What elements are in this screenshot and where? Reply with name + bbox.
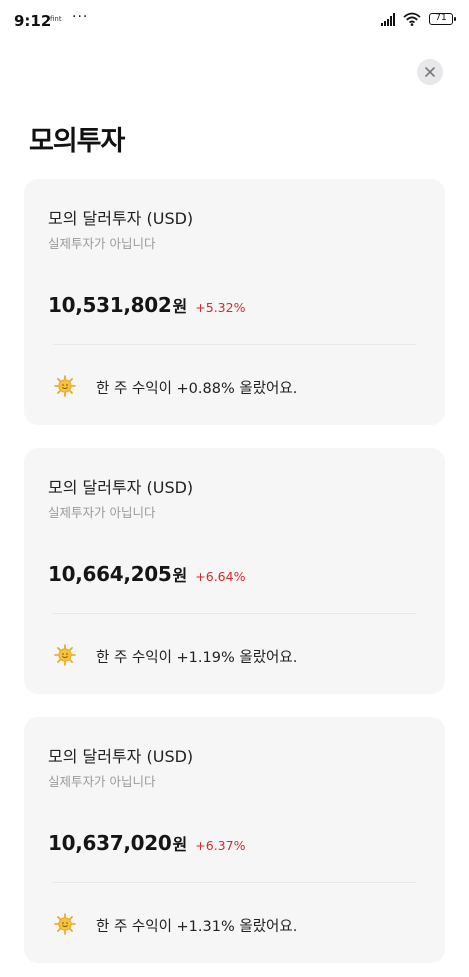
card-subtitle: 실제투자가 아닙니다 <box>48 236 156 251</box>
weekly-return-text: 한 주 수익이 +0.88% 올랐어요. <box>96 381 298 397</box>
battery-icon: 71 <box>429 13 456 25</box>
card-amount-unit: 원 <box>172 835 188 854</box>
investment-card[interactable]: 모의 달러투자 (USD) 실제투자가 아닙니다 10,664,205 원 +6… <box>24 448 445 694</box>
amount-row: 10,664,205 원 +6.64% <box>48 562 245 586</box>
card-subtitle: 실제투자가 아닙니다 <box>48 505 156 520</box>
status-bar: 9:12 fint ··· 71 <box>0 0 469 44</box>
card-divider <box>53 613 416 614</box>
status-more-dots: ··· <box>72 9 89 25</box>
card-divider <box>53 882 416 883</box>
card-amount-unit: 원 <box>172 297 188 316</box>
card-change-percent: +6.37% <box>195 838 246 853</box>
card-amount: 10,664,205 <box>48 562 172 586</box>
investment-card[interactable]: 모의 달러투자 (USD) 실제투자가 아닙니다 10,531,802 원 +5… <box>24 179 445 425</box>
wifi-icon <box>403 12 421 26</box>
card-change-percent: +5.32% <box>195 300 246 315</box>
weekly-return-text: 한 주 수익이 +1.19% 올랐어요. <box>96 650 298 666</box>
signal-icon <box>381 12 395 26</box>
sun-icon <box>54 913 76 935</box>
battery-level: 71 <box>435 13 447 23</box>
card-change-percent: +6.64% <box>195 569 246 584</box>
card-subtitle: 실제투자가 아닙니다 <box>48 774 156 789</box>
card-amount-unit: 원 <box>172 566 188 585</box>
sun-icon <box>54 644 76 666</box>
card-title: 모의 달러투자 (USD) <box>48 747 194 766</box>
amount-row: 10,637,020 원 +6.37% <box>48 831 245 855</box>
card-title: 모의 달러투자 (USD) <box>48 478 194 497</box>
close-button[interactable] <box>417 59 443 85</box>
status-time: 9:12 <box>14 12 52 30</box>
card-divider <box>53 344 416 345</box>
status-indicators: 71 <box>381 12 456 26</box>
amount-row: 10,531,802 원 +5.32% <box>48 293 245 317</box>
investment-card[interactable]: 모의 달러투자 (USD) 실제투자가 아닙니다 10,637,020 원 +6… <box>24 717 445 963</box>
status-app-label: fint <box>50 15 62 23</box>
close-icon <box>425 67 435 77</box>
card-title: 모의 달러투자 (USD) <box>48 209 194 228</box>
page-title: 모의투자 <box>29 126 125 157</box>
card-amount: 10,531,802 <box>48 293 172 317</box>
weekly-return-text: 한 주 수익이 +1.31% 올랐어요. <box>96 919 298 935</box>
sun-icon <box>54 375 76 397</box>
card-amount: 10,637,020 <box>48 831 172 855</box>
